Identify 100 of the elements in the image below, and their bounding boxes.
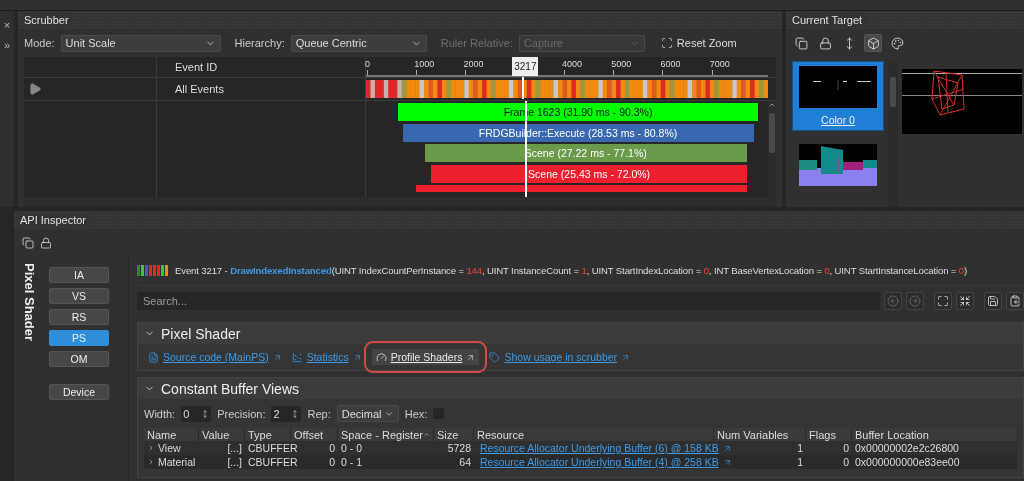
resource-link[interactable]: Resource Allocator Underlying Buffer (6) @ 158 KB [480, 442, 732, 454]
stage-button[interactable]: OM [49, 351, 109, 367]
cube-button[interactable] [864, 34, 882, 52]
table-cell: 5728 [447, 442, 471, 454]
precision-spinner[interactable]: 2 [271, 405, 302, 422]
panel-title: Scrubber [24, 14, 73, 26]
ruler-tick-label: 2000 [463, 59, 484, 69]
tag-icon [489, 351, 501, 363]
scroll-up-icon [768, 101, 776, 109]
external-link-icon [621, 352, 631, 362]
lock-icon [40, 237, 52, 249]
hierarchy-dropdown[interactable]: Queue Centric [290, 34, 427, 52]
expand-button[interactable] [934, 292, 952, 310]
table-cell: CBUFFER [248, 456, 298, 468]
link[interactable]: Show usage in scrubber [489, 351, 631, 363]
table-cell: 1 [797, 456, 803, 468]
ruler-tick-label: 7000 [709, 59, 730, 69]
hierarchy-label: Hierarchy: [234, 37, 285, 49]
column-header[interactable]: Space - Register [338, 428, 434, 441]
reset-zoom-button[interactable]: Reset Zoom [656, 37, 741, 49]
column-header[interactable]: Type [245, 428, 291, 441]
save-icon [987, 295, 999, 307]
copy-button[interactable] [1006, 292, 1024, 310]
panel-title: Current Target [792, 14, 867, 26]
column-header[interactable]: Offset [291, 428, 338, 441]
mode-dropdown[interactable]: Unit Scale [60, 34, 221, 52]
scrollbar[interactable] [888, 61, 898, 207]
chart-icon [291, 351, 303, 363]
column-header[interactable]: Num Variables [714, 428, 806, 441]
scrollbar[interactable] [768, 101, 776, 197]
column-header[interactable]: Resource [474, 428, 714, 441]
cursor-label[interactable]: 3217 [512, 57, 539, 76]
table-cell: 0 [843, 456, 849, 468]
save-button[interactable] [984, 292, 1002, 310]
copy-button[interactable] [792, 34, 810, 52]
hex-label: Hex: [404, 407, 428, 420]
ruler-relative-label: Ruler Relative: [440, 37, 513, 49]
column-header[interactable]: Buffer Location [852, 428, 1018, 441]
link[interactable]: Statistics [291, 351, 362, 363]
spinner-arrows-icon [291, 409, 300, 418]
table-cell: [...] [227, 442, 242, 454]
stage-button[interactable]: VS [49, 288, 109, 304]
column-header[interactable]: Value [199, 428, 245, 441]
external-link-icon [466, 352, 476, 362]
column-header[interactable]: Name [144, 428, 199, 441]
cube-icon [866, 36, 880, 50]
collapse-icon [959, 295, 971, 307]
table-cell: 0 - 0 [341, 442, 362, 454]
ruler-tick-label: 4000 [561, 59, 582, 69]
palette-icon [890, 36, 904, 50]
palette-button[interactable] [888, 34, 906, 52]
clipboard-icon [1009, 295, 1021, 307]
search-field[interactable]: Search... [137, 292, 880, 310]
table-cell: View [158, 442, 181, 454]
thumbnail[interactable]: Color 0 [792, 61, 884, 131]
external-link-icon [722, 443, 732, 453]
table-cell: Material [158, 456, 196, 468]
resource-link[interactable]: Resource Allocator Underlying Buffer (4) @ 258 KB [480, 456, 732, 468]
scrollbar[interactable] [24, 197, 776, 207]
expand-icon [937, 295, 949, 307]
section-header[interactable]: Constant Buffer Views [138, 378, 1023, 399]
table-cell: 1 [797, 442, 803, 454]
dock-button[interactable]: » [3, 39, 11, 51]
thumbnail-label: Color 0 [821, 114, 855, 126]
stage-button[interactable]: IA [49, 267, 109, 283]
external-link-icon [272, 352, 282, 362]
timeline-bar[interactable]: Scene (25.43 ms - 72.0%) [431, 164, 747, 183]
link[interactable]: Source code (MainPS) [148, 351, 282, 363]
precision-label: Precision: [217, 407, 266, 420]
table-cell: 0x000000000e83ee00 [855, 456, 960, 468]
link[interactable]: Profile Shaders [371, 349, 480, 365]
table-cell: 0 [329, 442, 335, 454]
ruler-tick-label: 1000 [414, 59, 435, 69]
color-stripes-icon [137, 264, 169, 276]
collapse-button[interactable] [956, 292, 974, 310]
stage-title: Pixel Shader [22, 263, 37, 342]
ruler-tick-label: 5000 [611, 59, 632, 69]
event-call-text: Event 3217 - DrawIndexedInstanced(UINT IndexCountPerInstance = 144, UINT InstanceCount = 1, UINT StartIndexLocation = 0, INT BaseVertexLocation = 0, UINT StartInstanceLocation = 0) [175, 264, 968, 276]
expand-icon [28, 82, 42, 96]
rep-dropdown[interactable]: Decimal [336, 405, 399, 422]
width-label: Width: [144, 407, 176, 420]
spinner-arrows-icon [201, 409, 210, 418]
ruler-tick-label: 6000 [660, 59, 681, 69]
ruler-tick-label: 0 [364, 59, 370, 69]
width-spinner[interactable]: 0 [181, 405, 212, 422]
document-icon [148, 351, 159, 363]
table-cell: [...] [227, 456, 242, 468]
dock-button[interactable]: × [3, 19, 11, 31]
external-link-icon [722, 457, 732, 467]
section-header[interactable]: Pixel Shader [138, 323, 1023, 344]
table-cell: 0 - 1 [341, 456, 362, 468]
reset-zoom-icon [660, 37, 673, 49]
table-cell: 64 [459, 456, 471, 468]
copy-icon [794, 36, 808, 50]
stage-button[interactable]: RS [49, 309, 109, 325]
device-button[interactable]: Device [49, 384, 109, 400]
column-header[interactable]: Size [434, 428, 474, 441]
gauge-icon [375, 351, 387, 363]
table-cell: CBUFFER [248, 442, 298, 454]
column-header[interactable]: Flags [806, 428, 852, 441]
